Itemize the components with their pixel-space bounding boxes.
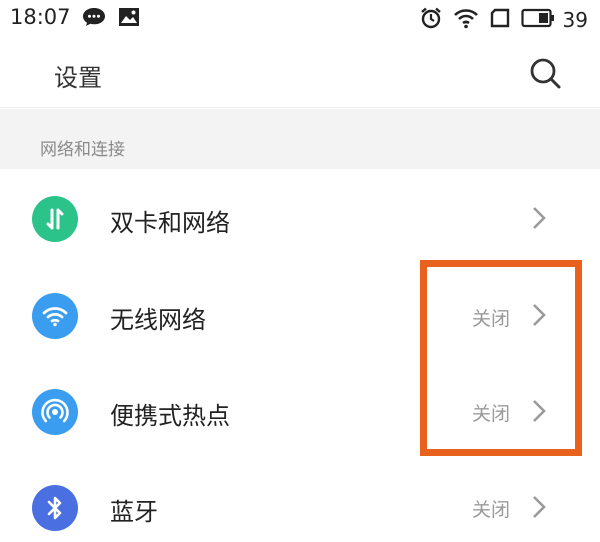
section-title: 网络和连接 (40, 140, 125, 160)
row-label: 无线网络 (110, 306, 206, 334)
status-bar: 18:07 39 (0, 0, 600, 36)
chevron-right-icon (533, 496, 546, 518)
highlight-box (420, 260, 582, 456)
hotspot-icon (32, 389, 78, 435)
sim-icon (489, 7, 511, 33)
chevron-right-icon (533, 207, 546, 229)
header: 设置 (0, 36, 600, 108)
settings-row-bluetooth[interactable]: 蓝牙 关闭 (0, 459, 600, 542)
dual-sim-icon (32, 196, 78, 242)
chat-bubble-icon (82, 7, 106, 31)
row-label: 便携式热点 (110, 402, 230, 430)
battery-percent: 39 (562, 8, 588, 32)
row-value: 关闭 (471, 499, 510, 521)
row-label: 双卡和网络 (110, 209, 230, 237)
wifi-icon (32, 293, 78, 339)
section-header: 网络和连接 (0, 109, 600, 169)
bluetooth-icon (32, 485, 78, 531)
search-icon (530, 58, 561, 89)
image-icon (118, 7, 140, 31)
search-button[interactable] (528, 56, 562, 90)
alarm-icon (419, 6, 443, 34)
wifi-status-icon (453, 7, 479, 33)
battery-icon (520, 8, 555, 32)
settings-row-dual-sim[interactable]: 双卡和网络 (0, 170, 600, 266)
page-title: 设置 (54, 64, 102, 92)
status-time: 18:07 (10, 5, 71, 29)
row-label: 蓝牙 (110, 498, 158, 526)
